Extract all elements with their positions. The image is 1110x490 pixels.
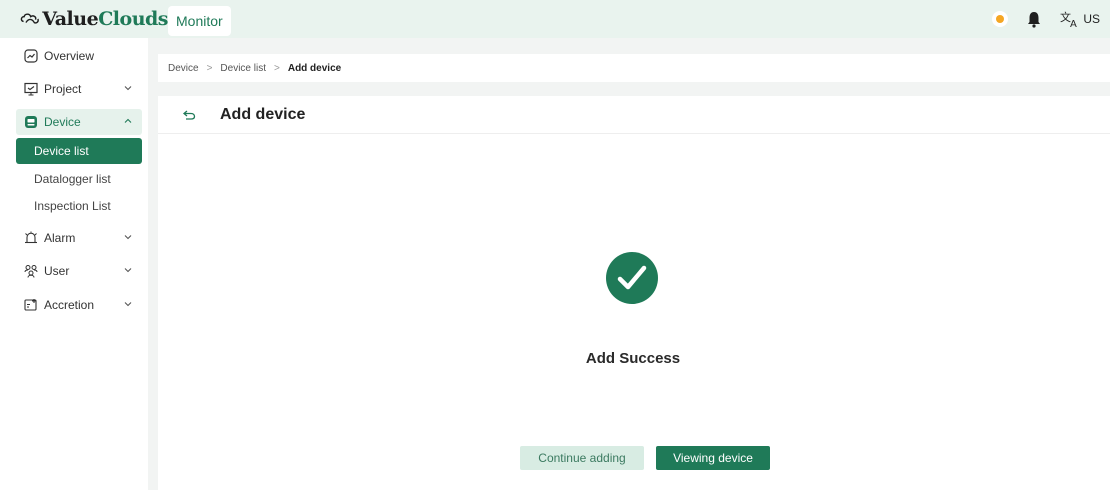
chevron-up-icon <box>124 118 132 123</box>
sidebar-item-project[interactable]: Project <box>16 76 142 102</box>
chevron-down-icon <box>124 268 132 273</box>
sidebar-subitem-datalogger-list[interactable]: Datalogger list <box>16 166 142 192</box>
sidebar-item-user[interactable]: User <box>16 258 142 284</box>
alarm-icon <box>25 231 37 244</box>
accretion-icon <box>24 299 37 311</box>
back-arrow-icon[interactable] <box>182 109 196 121</box>
logo[interactable]: ValueClouds <box>0 0 168 38</box>
sidebar-item-overview[interactable]: Overview <box>16 43 142 69</box>
success-check-icon <box>606 252 658 304</box>
sidebar-item-device[interactable]: Device <box>16 109 142 135</box>
chevron-down-icon <box>124 86 132 91</box>
overview-icon <box>24 49 38 63</box>
sidebar-item-label: Project <box>44 82 82 96</box>
chevron-right-icon: > <box>274 62 280 74</box>
sidebar-item-label: User <box>44 264 70 278</box>
bell-icon[interactable] <box>1026 10 1042 28</box>
sidebar-item-alarm[interactable]: Alarm <box>16 225 142 251</box>
top-header: ValueClouds Monitor 文 A US <box>0 0 1110 38</box>
device-icon <box>25 116 37 128</box>
sidebar-item-label: Device <box>44 115 81 129</box>
cloud-logo-icon <box>20 13 39 24</box>
panel-header: Add device <box>158 96 1110 134</box>
tab-monitor[interactable]: Monitor <box>168 6 231 36</box>
breadcrumb: Device > Device list > Add device <box>158 54 1110 82</box>
logo-text: ValueClouds <box>42 8 168 30</box>
sidebar-item-label: Alarm <box>44 231 76 245</box>
chevron-right-icon: > <box>206 62 213 74</box>
language-label: US <box>1083 12 1100 26</box>
language-selector[interactable]: 文 A US <box>1060 10 1100 28</box>
continue-adding-button[interactable]: Continue adding <box>520 446 644 470</box>
add-device-panel: Add device Add Success Continue adding V… <box>158 96 1110 490</box>
viewing-device-button[interactable]: Viewing device <box>656 446 770 470</box>
breadcrumb-device-list[interactable]: Device list <box>220 63 266 74</box>
user-icon <box>24 265 38 278</box>
chevron-down-icon <box>124 302 132 307</box>
translate-icon: 文 A <box>1060 10 1077 28</box>
sidebar-subitem-inspection-list[interactable]: Inspection List <box>16 193 142 219</box>
sidebar-item-accretion[interactable]: Accretion <box>16 292 142 318</box>
breadcrumb-current: Add device <box>287 62 342 74</box>
breadcrumb-device[interactable]: Device <box>168 63 199 74</box>
sidebar-subitem-device-list[interactable]: Device list <box>16 138 142 164</box>
project-icon <box>24 82 38 96</box>
sidebar-item-label: Accretion <box>44 298 95 312</box>
svg-text:A: A <box>1070 19 1077 28</box>
sidebar-item-label: Overview <box>44 49 95 63</box>
chevron-down-icon <box>124 235 132 240</box>
page-title: Add device <box>220 105 306 123</box>
theme-toggle-icon[interactable] <box>992 11 1009 27</box>
success-message: Add Success <box>585 350 681 367</box>
